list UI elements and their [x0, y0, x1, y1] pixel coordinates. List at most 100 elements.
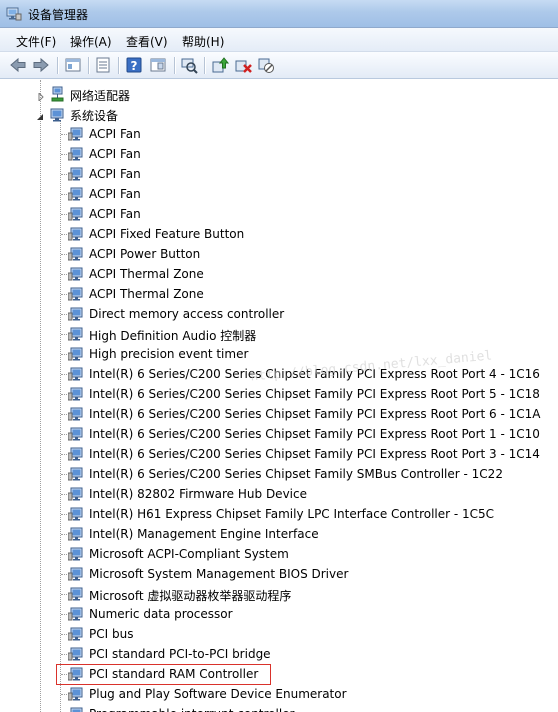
system-device-icon: [68, 246, 84, 262]
system-device-icon: [68, 146, 84, 162]
tree-device-label: Intel(R) 6 Series/C200 Series Chipset Fa…: [89, 407, 541, 421]
system-device-icon: [68, 166, 84, 182]
tree-device-label: Intel(R) 6 Series/C200 Series Chipset Fa…: [89, 467, 503, 481]
tree-device-row[interactable]: Numeric data processor: [0, 604, 558, 624]
scan-hardware-icon[interactable]: [179, 55, 199, 75]
menu-help[interactable]: 帮助(H): [180, 33, 226, 50]
device-manager-icon: [6, 6, 22, 22]
tree-device-row[interactable]: Programmable interrupt controller: [0, 704, 558, 712]
tree-device-label: ACPI Fan: [89, 187, 141, 201]
tree-device-row[interactable]: Intel(R) 6 Series/C200 Series Chipset Fa…: [0, 464, 558, 484]
tree-device-row[interactable]: High Definition Audio 控制器: [0, 324, 558, 344]
tree-device-row[interactable]: Intel(R) 6 Series/C200 Series Chipset Fa…: [0, 424, 558, 444]
network-adapter-icon: [50, 86, 66, 102]
tree-device-row[interactable]: Microsoft System Management BIOS Driver: [0, 564, 558, 584]
system-device-icon: [68, 346, 84, 362]
view-panel-icon[interactable]: [148, 55, 168, 75]
tree-device-row[interactable]: Intel(R) 82802 Firmware Hub Device: [0, 484, 558, 504]
disable-icon[interactable]: [256, 55, 276, 75]
system-device-icon: [68, 366, 84, 382]
system-device-icon: [68, 526, 84, 542]
menu-action[interactable]: 操作(A): [68, 33, 114, 50]
tree-device-label: Programmable interrupt controller: [89, 707, 295, 712]
collapse-arrow-icon[interactable]: [36, 110, 44, 120]
tree-node-network-adapters[interactable]: 网络适配器: [0, 84, 558, 104]
system-device-icon: [68, 426, 84, 442]
tree-device-label: ACPI Fan: [89, 207, 141, 221]
system-device-icon: [68, 506, 84, 522]
tree-device-label: Intel(R) H61 Express Chipset Family LPC …: [89, 507, 495, 521]
tree-device-label: Microsoft System Management BIOS Driver: [89, 567, 349, 581]
tree-device-row[interactable]: ACPI Fan: [0, 184, 558, 204]
system-device-icon: [68, 546, 84, 562]
system-device-icon: [68, 706, 84, 712]
system-device-icon: [68, 446, 84, 462]
system-device-icon: [68, 646, 84, 662]
device-tree: 网络适配器 系统设备 ACPI Fan ACPI Fan ACPI Fan ACPI …: [0, 80, 558, 712]
system-device-icon: [68, 406, 84, 422]
list-view-icon[interactable]: [93, 55, 113, 75]
tree-device-label: Intel(R) 6 Series/C200 Series Chipset Fa…: [89, 427, 540, 441]
back-icon[interactable]: [8, 55, 28, 75]
tree-device-row[interactable]: Intel(R) 6 Series/C200 Series Chipset Fa…: [0, 444, 558, 464]
highlight-box: [56, 664, 271, 685]
tree-device-row[interactable]: Intel(R) H61 Express Chipset Family LPC …: [0, 504, 558, 524]
tree-device-row[interactable]: Intel(R) 6 Series/C200 Series Chipset Fa…: [0, 404, 558, 424]
system-device-icon: [68, 386, 84, 402]
tree-device-row[interactable]: Intel(R) 6 Series/C200 Series Chipset Fa…: [0, 384, 558, 404]
tree-device-row[interactable]: Plug and Play Software Device Enumerator: [0, 684, 558, 704]
tree-node-label: 网络适配器: [70, 89, 131, 103]
tree-device-label: High Definition Audio 控制器: [89, 329, 257, 343]
tree-device-label: Microsoft ACPI-Compliant System: [89, 547, 289, 561]
tree-device-row[interactable]: ACPI Fan: [0, 124, 558, 144]
tree-device-label: ACPI Fixed Feature Button: [89, 227, 245, 241]
tree-device-label: Plug and Play Software Device Enumerator: [89, 687, 347, 701]
toolbar: ?: [0, 52, 558, 79]
window-title: 设备管理器: [28, 8, 89, 22]
system-device-icon: [68, 566, 84, 582]
system-device-icon: [68, 686, 84, 702]
tree-device-label: ACPI Thermal Zone: [89, 267, 204, 281]
system-device-icon: [68, 466, 84, 482]
tree-device-row[interactable]: ACPI Thermal Zone: [0, 264, 558, 284]
tree-device-label: ACPI Thermal Zone: [89, 287, 204, 301]
tree-device-label: Microsoft 虚拟驱动器枚举器驱动程序: [89, 589, 292, 603]
tree-device-row[interactable]: Microsoft ACPI-Compliant System: [0, 544, 558, 564]
tree-device-label: PCI bus: [89, 627, 134, 641]
tree-device-row[interactable]: PCI bus: [0, 624, 558, 644]
tree-device-row[interactable]: ACPI Fan: [0, 144, 558, 164]
system-device-icon: [68, 586, 84, 602]
system-device-icon: [68, 226, 84, 242]
menu-view[interactable]: 查看(V): [124, 33, 170, 50]
expand-arrow-icon[interactable]: [37, 90, 45, 103]
tree-device-label: Intel(R) 82802 Firmware Hub Device: [89, 487, 307, 501]
tree-device-label: ACPI Fan: [89, 127, 141, 141]
tree-device-row[interactable]: Intel(R) Management Engine Interface: [0, 524, 558, 544]
tree-node-system-devices[interactable]: 系统设备: [0, 104, 558, 124]
system-device-icon: [68, 486, 84, 502]
tree-device-row[interactable]: ACPI Fan: [0, 164, 558, 184]
tree-device-label: Numeric data processor: [89, 607, 233, 621]
system-device-icon: [68, 206, 84, 222]
system-device-icon: [68, 286, 84, 302]
tree-device-label: ACPI Fan: [89, 167, 141, 181]
properties-view-icon[interactable]: [63, 55, 83, 75]
tree-device-row[interactable]: ACPI Thermal Zone: [0, 284, 558, 304]
tree-device-row[interactable]: ACPI Fan: [0, 204, 558, 224]
tree-device-row[interactable]: Direct memory access controller: [0, 304, 558, 324]
menu-file[interactable]: 文件(F): [14, 33, 58, 50]
system-device-icon: [68, 606, 84, 622]
tree-device-label: High precision event timer: [89, 347, 249, 361]
tree-device-row[interactable]: PCI standard PCI-to-PCI bridge: [0, 644, 558, 664]
tree-device-row[interactable]: ACPI Power Button: [0, 244, 558, 264]
tree-device-row[interactable]: ACPI Fixed Feature Button: [0, 224, 558, 244]
tree-device-row[interactable]: Microsoft 虚拟驱动器枚举器驱动程序: [0, 584, 558, 604]
help-icon[interactable]: ?: [124, 55, 144, 75]
update-driver-icon[interactable]: [210, 55, 230, 75]
forward-icon[interactable]: [31, 55, 51, 75]
uninstall-icon[interactable]: [233, 55, 253, 75]
tree-device-label: PCI standard PCI-to-PCI bridge: [89, 647, 271, 661]
tree-node-label: 系统设备: [70, 109, 119, 123]
system-device-icon: [68, 266, 84, 282]
system-device-icon: [68, 186, 84, 202]
